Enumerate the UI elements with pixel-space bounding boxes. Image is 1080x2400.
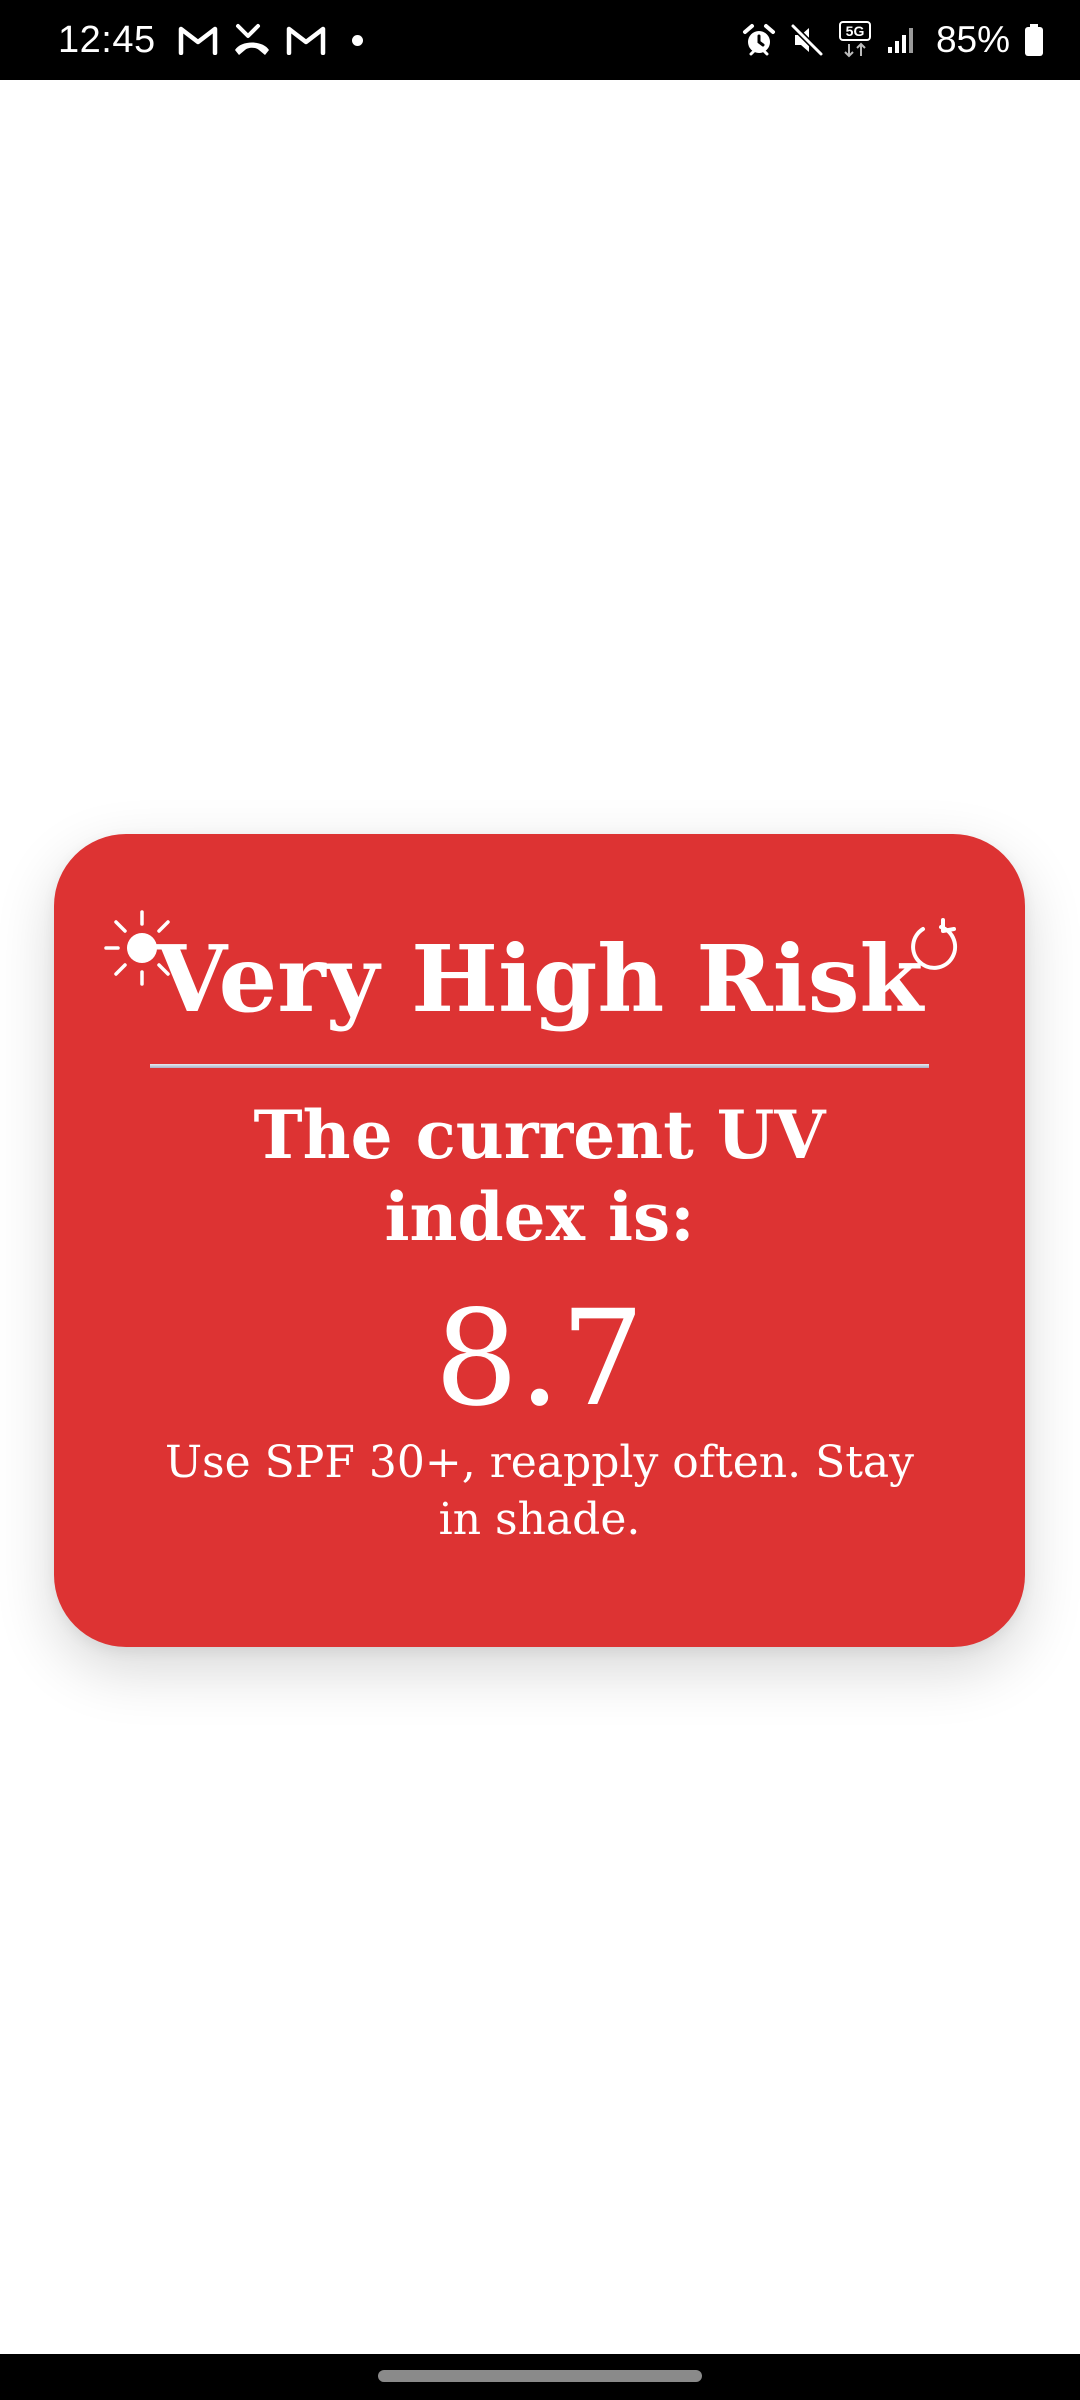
alarm-icon [742,23,776,57]
gmail-icon [286,25,326,55]
risk-level-title: Very High Risk [155,925,924,1033]
status-bar: 12:45 5G 85% [0,0,1080,80]
refresh-icon[interactable] [905,918,963,976]
signal-icon [886,25,916,55]
5g-icon: 5G [838,20,872,60]
uv-index-heading-text: The current UV index is: [253,1096,826,1256]
uv-index-value: 8.7 [434,1282,645,1436]
missed-call-icon [232,23,272,57]
uv-index-heading: The current UV index is: [54,1094,1025,1258]
title-divider [150,1064,929,1068]
uv-card: Very High Risk The current UV index is: … [54,834,1025,1647]
navigation-bar [0,2354,1080,2400]
home-handle[interactable] [378,2370,702,2382]
status-bar-left: 12:45 [58,0,363,80]
battery-icon [1024,23,1044,57]
status-bar-right: 5G 85% [742,0,1044,80]
network-label: 5G [846,23,865,39]
status-time: 12:45 [58,18,156,61]
uv-advice-text: Use SPF 30+, reapply often. Stay in shad… [164,1437,915,1545]
mute-icon [790,23,824,57]
gmail-icon [178,25,218,55]
notification-dot-icon [351,34,363,46]
battery-percent: 85% [935,19,1010,60]
